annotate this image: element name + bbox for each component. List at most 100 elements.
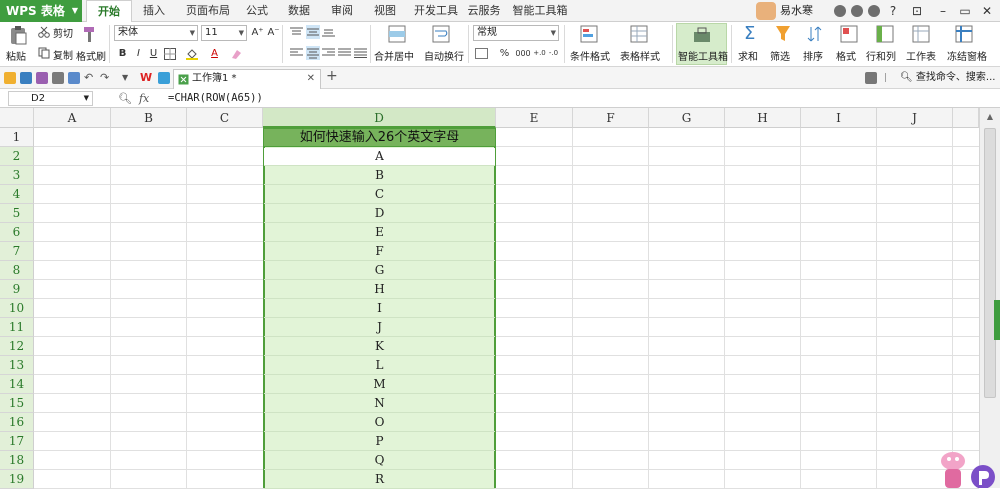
font-color-button[interactable]: A <box>207 46 222 61</box>
copy-button[interactable]: 复制 <box>53 47 73 62</box>
select-all-corner[interactable] <box>0 108 34 128</box>
side-panel-toggle[interactable] <box>994 300 1000 340</box>
tab-formulas[interactable]: 公式 <box>240 0 274 22</box>
rows-cols-button[interactable]: 行和列 <box>866 48 896 63</box>
row-header[interactable]: 18 <box>0 451 34 470</box>
align-middle-icon[interactable] <box>306 25 320 39</box>
row-header[interactable]: 2 <box>0 147 34 166</box>
row-header[interactable]: 17 <box>0 432 34 451</box>
formula-input[interactable]: =CHAR(ROW(A65)) <box>168 89 263 108</box>
column-header-e[interactable]: E <box>496 108 573 128</box>
document-tab[interactable]: 工作簿1 * ✕ <box>173 69 321 89</box>
wrap-text-button[interactable]: 自动换行 <box>424 48 464 63</box>
cube-icon[interactable] <box>158 72 170 84</box>
search-input[interactable]: 查找命令、搜索... <box>916 72 996 83</box>
skin-icon[interactable] <box>834 5 846 17</box>
thousands-button[interactable]: 000 <box>513 46 533 61</box>
column-header-a[interactable]: A <box>34 108 111 128</box>
column-header-d[interactable]: D <box>263 108 496 128</box>
save-icon[interactable] <box>20 72 32 84</box>
tab-smart-toolbox[interactable]: 智能工具箱 <box>510 0 570 22</box>
table-style-button[interactable]: 表格样式 <box>620 48 660 63</box>
restore-ribbon-icon[interactable]: ⊡ <box>908 2 926 20</box>
settings-icon[interactable] <box>851 5 863 17</box>
row-header[interactable]: 6 <box>0 223 34 242</box>
tab-review[interactable]: 审阅 <box>325 0 359 22</box>
message-icon[interactable] <box>865 72 877 84</box>
cell-d6[interactable]: E <box>263 223 496 242</box>
cell-d3[interactable]: B <box>263 166 496 185</box>
wps-logo-icon[interactable]: W <box>140 72 152 84</box>
row-header[interactable]: 10 <box>0 299 34 318</box>
cell-d14[interactable]: M <box>263 375 496 394</box>
row-header[interactable]: 14 <box>0 375 34 394</box>
font-size-select[interactable]: 11 ▼ <box>201 25 247 41</box>
row-header[interactable]: 5 <box>0 204 34 223</box>
row-header[interactable]: 4 <box>0 185 34 204</box>
format-button[interactable]: 格式 <box>836 48 856 63</box>
percent-button[interactable]: % <box>497 46 512 61</box>
cell-d12[interactable]: K <box>263 337 496 356</box>
conditional-format-button[interactable]: 条件格式 <box>570 48 610 63</box>
print-preview-icon[interactable] <box>52 72 64 84</box>
sum-button[interactable]: 求和 <box>738 48 758 63</box>
cell-d2[interactable]: A <box>263 147 496 166</box>
currency-icon[interactable] <box>475 47 488 60</box>
shrink-font-button[interactable]: A⁻ <box>266 25 281 40</box>
tab-cloud[interactable]: 云服务 <box>466 0 502 22</box>
tab-developer[interactable]: 开发工具 <box>412 0 460 22</box>
cell-d16[interactable]: O <box>263 413 496 432</box>
minimize-icon[interactable]: – <box>934 2 952 20</box>
row-header[interactable]: 9 <box>0 280 34 299</box>
bold-button[interactable]: B <box>115 46 130 61</box>
row-header[interactable]: 3 <box>0 166 34 185</box>
fill-color-icon[interactable] <box>186 48 198 60</box>
cell-d4[interactable]: C <box>263 185 496 204</box>
print-icon[interactable] <box>36 72 48 84</box>
open-icon[interactable] <box>4 72 16 84</box>
name-box[interactable]: D2 ▼ <box>8 91 93 106</box>
close-tab-icon[interactable]: ✕ <box>307 70 315 88</box>
cell-d8[interactable]: G <box>263 261 496 280</box>
row-header[interactable]: 13 <box>0 356 34 375</box>
search-commands[interactable]: 🔍︎ 查找命令、搜索... <box>900 67 995 89</box>
format-painter-button[interactable]: 格式刷 <box>76 48 106 63</box>
font-name-select[interactable]: 宋体 ▼ <box>114 25 198 41</box>
cell-d18[interactable]: Q <box>263 451 496 470</box>
row-header[interactable]: 1 <box>0 128 34 147</box>
tab-page-layout[interactable]: 页面布局 <box>180 0 236 22</box>
wps-menu-button[interactable]: WPS 表格 ▼ <box>0 0 82 22</box>
underline-button[interactable]: U <box>146 46 161 61</box>
cell-d13[interactable]: L <box>263 356 496 375</box>
sort-button[interactable]: 排序 <box>803 48 823 63</box>
share-icon[interactable] <box>868 5 880 17</box>
scroll-up-icon[interactable]: ▲ <box>980 108 1000 126</box>
column-header-b[interactable]: B <box>111 108 187 128</box>
increase-decimal-button[interactable]: +.0 <box>532 46 547 61</box>
spreadsheet-grid[interactable]: A B C D E F G H I J 1 2 3 4 5 6 7 8 9 10 11 12 13 14 1… <box>0 108 1000 489</box>
maximize-icon[interactable]: ▭ <box>956 2 974 20</box>
undo-icon[interactable]: ↶ <box>84 72 96 84</box>
row-header[interactable]: 16 <box>0 413 34 432</box>
cut-button[interactable]: 剪切 <box>53 25 73 40</box>
row-header[interactable]: 15 <box>0 394 34 413</box>
freeze-panes-button[interactable]: 冻结窗格 <box>947 48 987 63</box>
collapse-icon[interactable]: | <box>884 72 896 84</box>
cell-d19[interactable]: R <box>263 470 496 489</box>
align-right-icon[interactable] <box>322 48 335 58</box>
cell-d5[interactable]: D <box>263 204 496 223</box>
cell-d17[interactable]: P <box>263 432 496 451</box>
distributed-icon[interactable] <box>354 48 367 58</box>
zoom-icon[interactable]: 🔍︎ <box>118 92 132 105</box>
cell-d11[interactable]: J <box>263 318 496 337</box>
tab-insert[interactable]: 插入 <box>136 0 172 22</box>
align-top-icon[interactable] <box>290 27 303 37</box>
worksheet-button[interactable]: 工作表 <box>906 48 936 63</box>
column-header-c[interactable]: C <box>187 108 263 128</box>
smart-toolbox-button[interactable]: 智能工具箱 <box>676 23 728 65</box>
help-icon[interactable]: ? <box>884 2 902 20</box>
row-header[interactable]: 8 <box>0 261 34 280</box>
tab-home[interactable]: 开始 <box>86 0 132 23</box>
column-header-i[interactable]: I <box>801 108 877 128</box>
grow-font-button[interactable]: A⁺ <box>250 25 265 40</box>
